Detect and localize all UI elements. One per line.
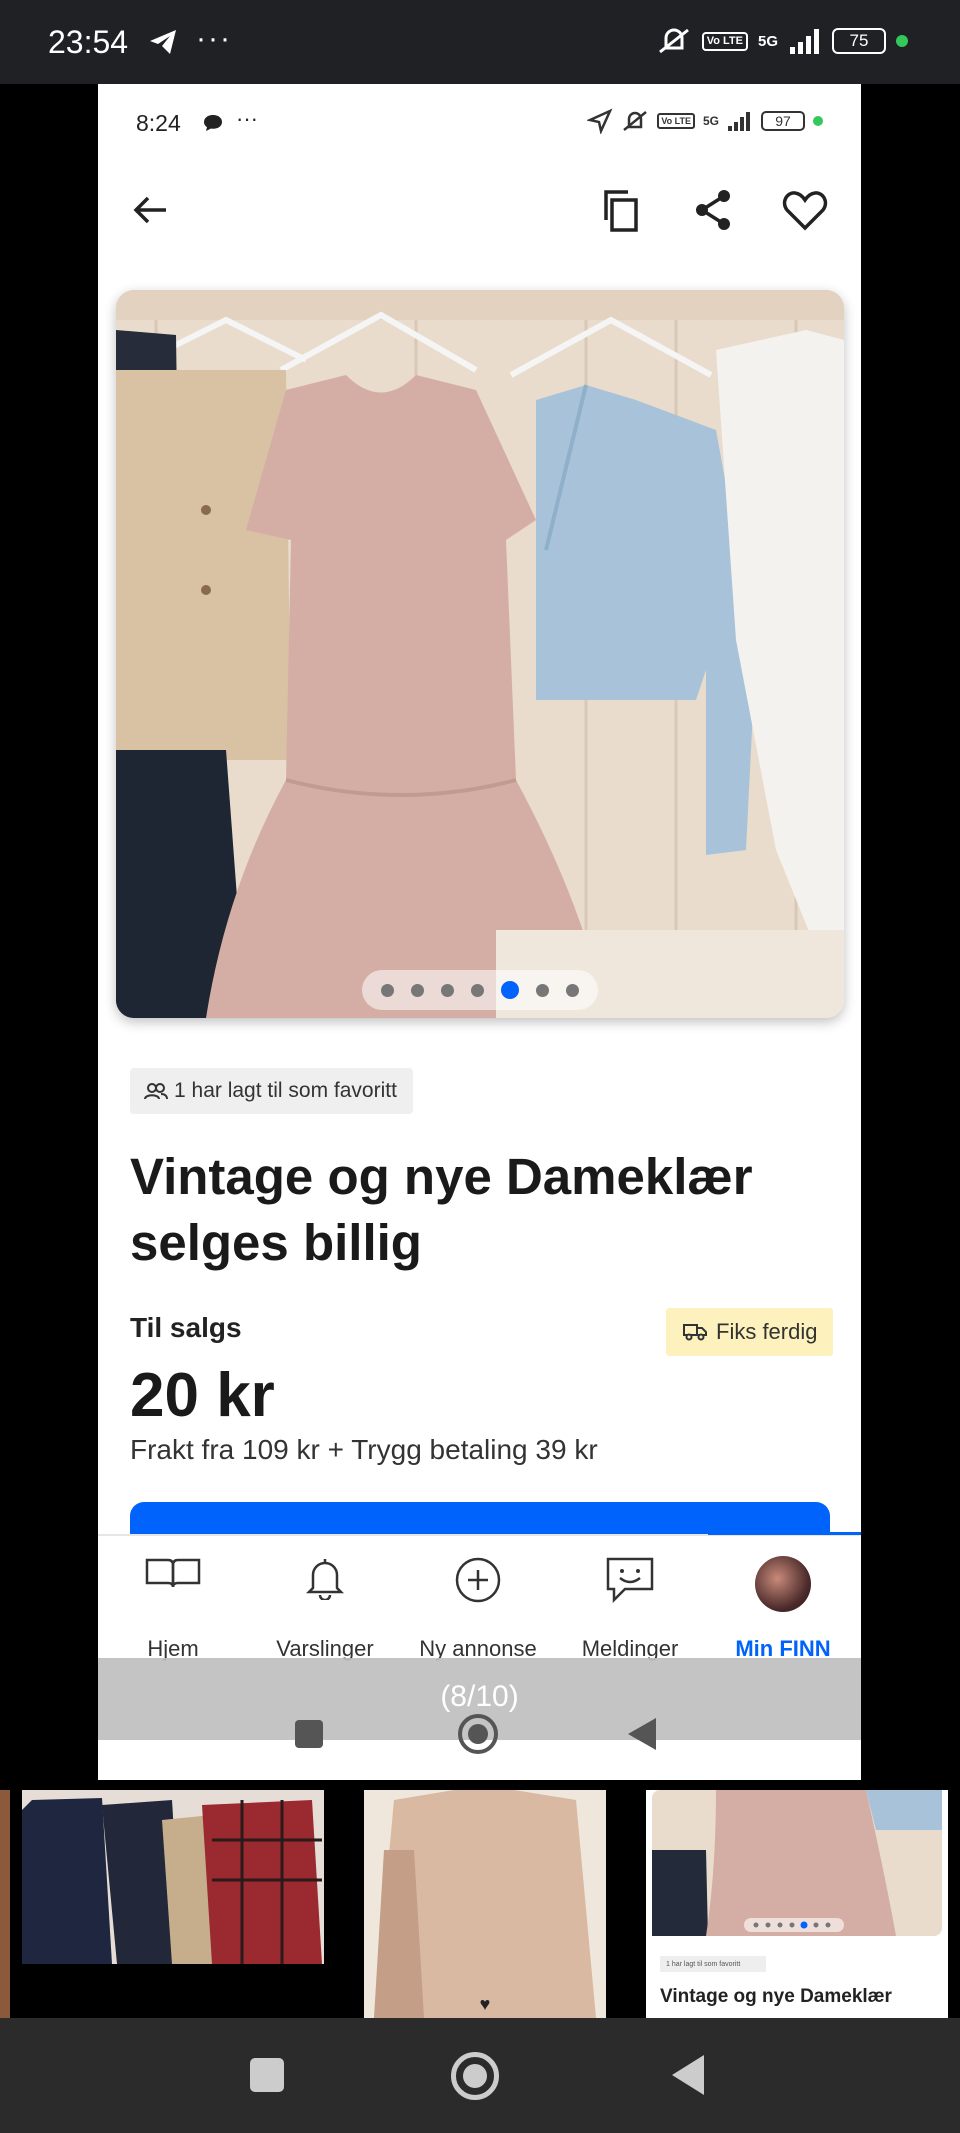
more-notifications-icon: ··· bbox=[196, 22, 232, 55]
privacy-indicator-dot bbox=[813, 116, 823, 126]
current-listing-photo bbox=[652, 1790, 942, 1936]
nav-item-new-ad[interactable]: Ny annonse bbox=[403, 1534, 553, 1662]
inner-back-icon bbox=[628, 1718, 656, 1750]
nav-item-messages[interactable]: Meldinger bbox=[555, 1534, 705, 1662]
network-type: 5G bbox=[757, 32, 778, 50]
signal-icon bbox=[790, 29, 819, 54]
signal-icon bbox=[728, 112, 750, 131]
network-type: 5G bbox=[702, 114, 719, 128]
thumbnail-edge[interactable] bbox=[0, 1790, 10, 2018]
share-icon[interactable] bbox=[692, 188, 734, 232]
favorite-count-text: 1 har lagt til som favoritt bbox=[174, 1079, 397, 1102]
carousel-dot-active[interactable] bbox=[501, 981, 519, 999]
inner-recent-apps-icon bbox=[295, 1720, 323, 1748]
shipping-info: Frakt fra 109 kr + Trygg betaling 39 kr bbox=[130, 1434, 598, 1465]
volte-badge: Vo LTE bbox=[701, 31, 748, 51]
beige-top-photo: ♥ bbox=[364, 1790, 606, 2018]
back-arrow-icon[interactable] bbox=[130, 190, 170, 230]
thumbnail-title: Vintage og nye Dameklær bbox=[660, 1986, 892, 2007]
home-button-dot bbox=[463, 2064, 487, 2088]
nav-item-my-finn[interactable]: Min FINN bbox=[708, 1534, 858, 1662]
listing-price: 20 kr bbox=[130, 1361, 275, 1430]
mute-icon bbox=[658, 28, 689, 54]
jackets-photo bbox=[22, 1790, 324, 1964]
carousel-page-indicator bbox=[362, 970, 598, 1010]
clothing-photo bbox=[116, 290, 844, 1018]
carousel-dot[interactable] bbox=[536, 983, 549, 997]
battery-indicator: 75 bbox=[832, 28, 886, 54]
listing-status: Til salgs bbox=[130, 1312, 242, 1343]
outer-status-bar: 23:54 ··· Vo LTE 5G 75 bbox=[0, 0, 960, 84]
nav-item-notifications[interactable]: Varslinger bbox=[250, 1534, 400, 1662]
fiks-ferdig-badge: Fiks ferdig bbox=[666, 1308, 834, 1356]
plus-circle-icon bbox=[455, 1557, 501, 1603]
inner-home-icon bbox=[458, 1714, 498, 1754]
inner-more-notifications-icon: ··· bbox=[236, 106, 258, 131]
chat-bubble-icon bbox=[204, 115, 222, 131]
thumbnail-jackets[interactable] bbox=[22, 1790, 324, 1964]
carousel-dot[interactable] bbox=[566, 983, 579, 997]
carousel-dot[interactable] bbox=[471, 983, 484, 997]
recent-apps-button[interactable] bbox=[250, 2058, 284, 2092]
thumbnail-beige-top[interactable]: ♥ bbox=[364, 1790, 606, 2018]
nav-item-home[interactable]: Hjem bbox=[98, 1534, 248, 1662]
carousel-dot[interactable] bbox=[411, 983, 424, 997]
fiks-ferdig-label: Fiks ferdig bbox=[716, 1319, 818, 1344]
favorite-heart-icon[interactable] bbox=[782, 190, 828, 232]
thumbnail-current-listing[interactable]: 1 har lagt til som favoritt Vintage og n… bbox=[646, 1790, 948, 2018]
back-button-icon[interactable] bbox=[668, 2052, 708, 2098]
book-icon bbox=[145, 1558, 201, 1588]
volte-badge: Vo LTE bbox=[657, 113, 695, 129]
mute-icon bbox=[623, 111, 648, 131]
battery-indicator: 97 bbox=[761, 111, 805, 131]
chat-icon bbox=[606, 1557, 654, 1604]
privacy-indicator-dot bbox=[896, 35, 908, 47]
outer-clock: 23:54 bbox=[48, 24, 129, 60]
inner-status-icons: Vo LTE 5G 97 bbox=[587, 108, 823, 134]
inner-clock: 8:24 bbox=[136, 110, 181, 136]
carousel-dot[interactable] bbox=[441, 983, 454, 997]
carousel-dot[interactable] bbox=[381, 983, 394, 997]
favorite-count-chip: 1 har lagt til som favoritt bbox=[130, 1068, 413, 1114]
telegram-icon bbox=[150, 30, 176, 54]
listing-screenshot: 8:24 ··· Vo LTE 5G 97 1 har lagt til som… bbox=[98, 84, 861, 1780]
svg-text:♥: ♥ bbox=[480, 1994, 491, 2014]
gallery-counter: (8/10) bbox=[440, 1680, 519, 1713]
outer-status-icons: Vo LTE 5G 75 bbox=[656, 26, 908, 56]
avatar bbox=[755, 1556, 811, 1612]
bell-icon bbox=[305, 1559, 345, 1600]
listing-photo-carousel[interactable] bbox=[116, 290, 844, 1018]
people-icon bbox=[144, 1083, 168, 1100]
copy-icon[interactable] bbox=[600, 188, 644, 234]
listing-title: Vintage og nye Dameklær selges billig bbox=[130, 1148, 753, 1271]
thumbnail-favorite-chip: 1 har lagt til som favoritt bbox=[660, 1956, 766, 1972]
truck-icon bbox=[683, 1324, 707, 1341]
location-icon bbox=[587, 108, 613, 134]
